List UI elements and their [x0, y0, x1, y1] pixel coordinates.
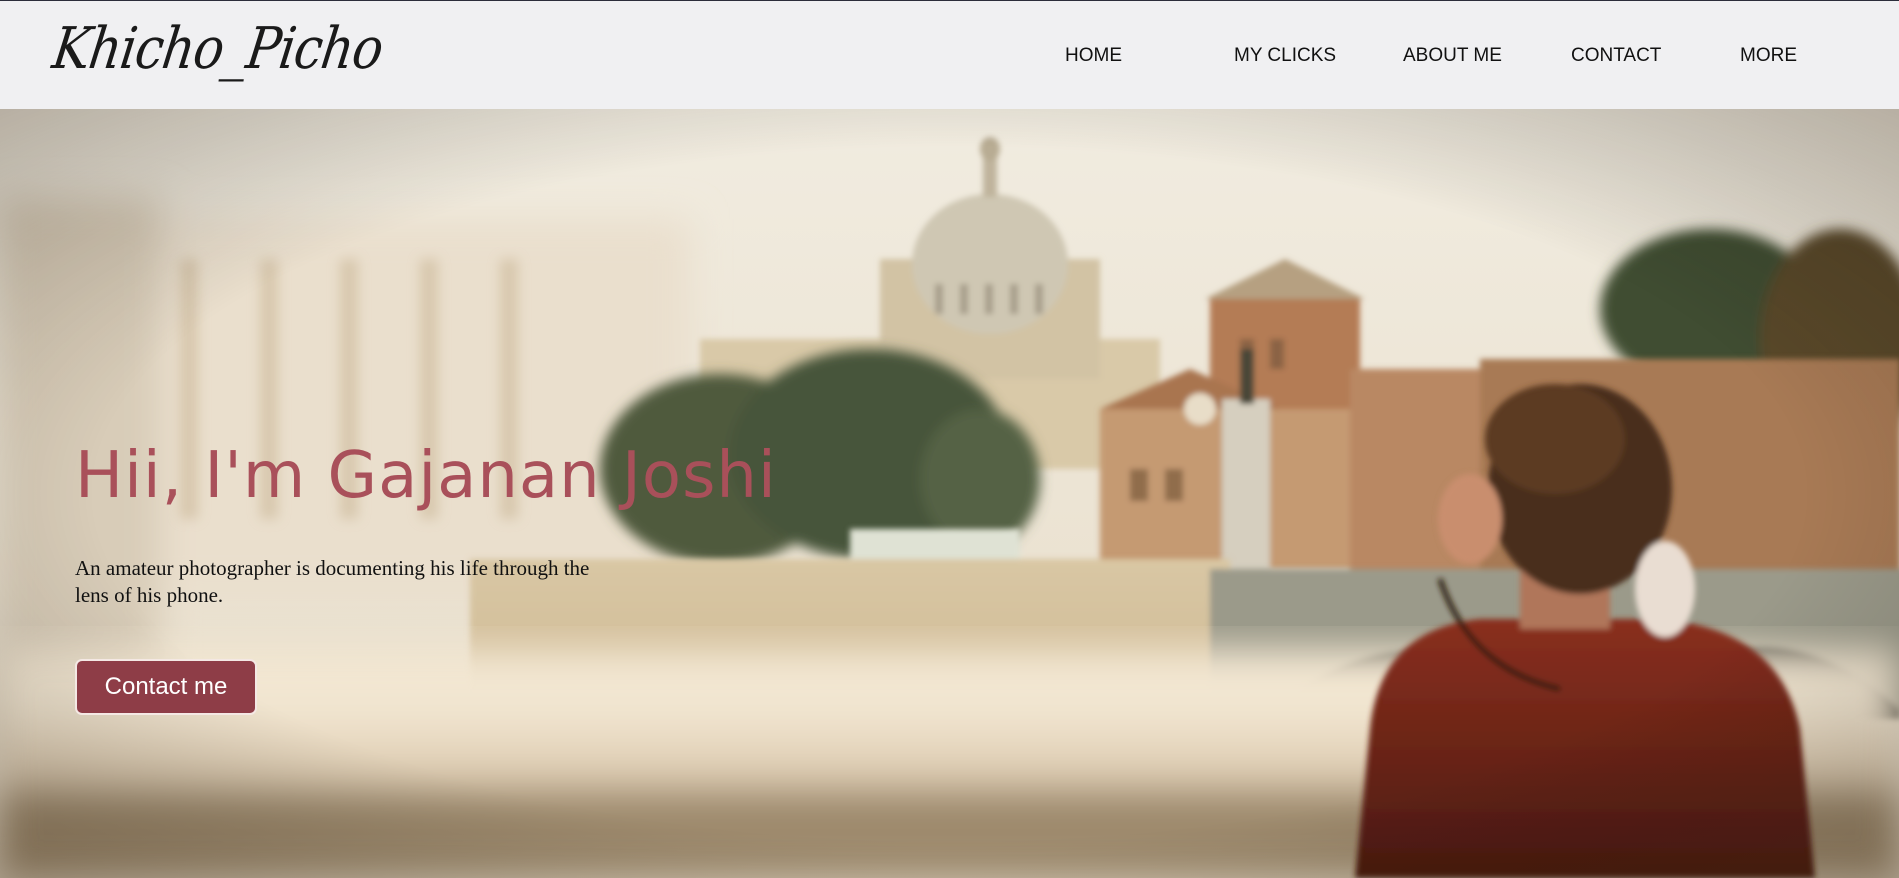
site-logo[interactable]: Khicho_Picho [49, 15, 387, 82]
hero-section: Hii, I'm Gajanan Joshi An amateur photog… [0, 109, 1899, 878]
hero-description: An amateur photographer is documenting h… [75, 556, 590, 607]
nav-more[interactable]: MORE [1740, 45, 1797, 67]
page: Khicho_Picho HOME MY CLICKS ABOUT ME CON… [0, 0, 1899, 878]
nav-my-clicks[interactable]: MY CLICKS [1234, 45, 1336, 67]
contact-me-button[interactable]: Contact me [75, 659, 257, 715]
nav-contact[interactable]: CONTACT [1571, 45, 1661, 67]
site-header: Khicho_Picho HOME MY CLICKS ABOUT ME CON… [0, 1, 1899, 109]
nav-about-me[interactable]: ABOUT ME [1403, 45, 1502, 67]
hero-title: Hii, I'm Gajanan Joshi [75, 439, 777, 513]
nav-home[interactable]: HOME [1065, 45, 1122, 67]
